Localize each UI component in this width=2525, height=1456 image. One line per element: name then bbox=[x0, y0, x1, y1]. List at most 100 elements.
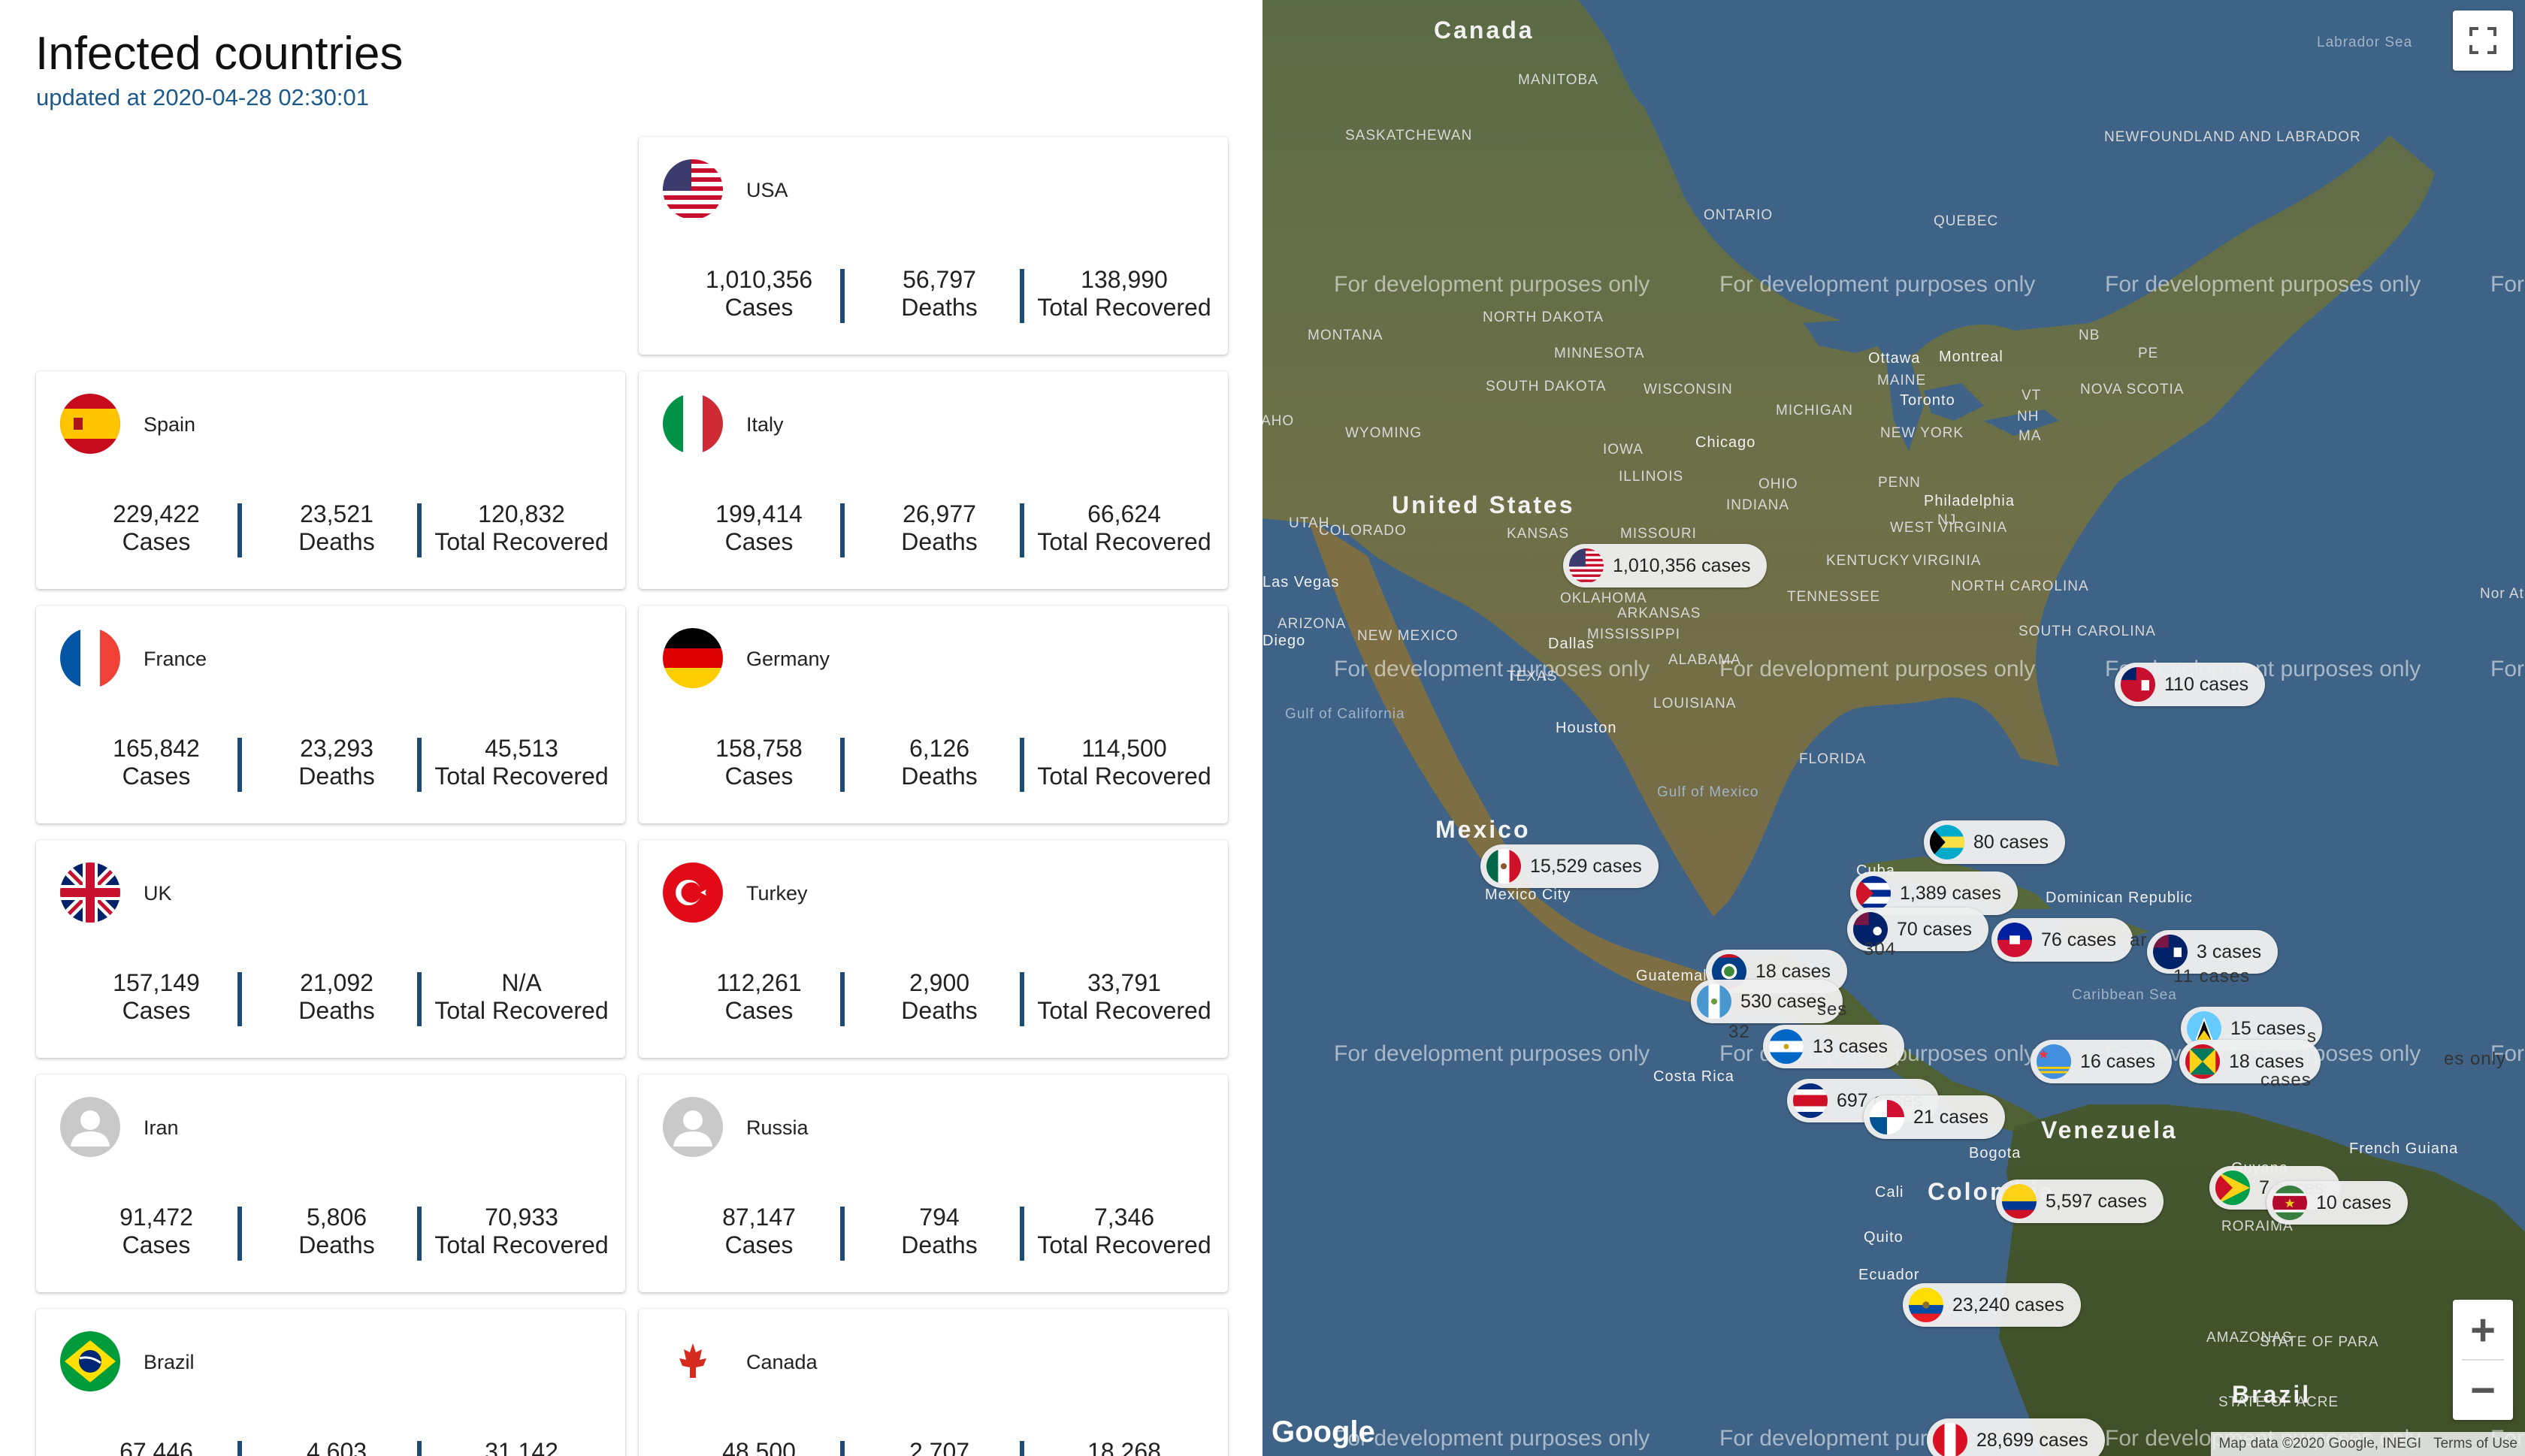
country-stats: 112,261 Cases 2,900 Deaths 33,791 Total Recov… bbox=[639, 969, 1228, 1029]
map-label: PENN bbox=[1878, 475, 1921, 491]
map-label: Venezuela bbox=[2041, 1116, 2178, 1143]
case-marker[interactable]: 21 cases bbox=[1864, 1095, 2006, 1139]
case-marker[interactable]: 76 cases bbox=[1991, 918, 2133, 962]
map-label: VT bbox=[2022, 388, 2042, 403]
case-marker[interactable]: 16 cases bbox=[2031, 1040, 2173, 1083]
terms-of-use-link[interactable]: Terms of Use bbox=[2433, 1436, 2517, 1452]
cases-value: 48,500 bbox=[722, 1438, 796, 1456]
case-marker[interactable]: 23,240 cases bbox=[1903, 1283, 2081, 1327]
cases-label: Cases bbox=[724, 997, 794, 1024]
cases-value: 229,422 bbox=[113, 500, 200, 527]
recovered-value: 7,346 bbox=[1093, 1204, 1155, 1231]
recovered-stat: 138,990 Total Recovered bbox=[1027, 266, 1222, 322]
fullscreen-button[interactable] bbox=[2453, 11, 2513, 71]
deaths-label: Deaths bbox=[901, 997, 978, 1024]
map-label: Mexico City bbox=[1485, 887, 1571, 903]
deaths-value: 6,126 bbox=[909, 735, 970, 762]
country-card-germany[interactable]: Germany 158,758 Cases 6,126 Deaths 114,500 Tot… bbox=[639, 606, 1228, 823]
cases-value: 67,446 bbox=[119, 1438, 193, 1456]
cases-value: 199,414 bbox=[715, 500, 803, 527]
stat-divider bbox=[1020, 1207, 1024, 1261]
recovered-stat: 18,268Total Recovered bbox=[1027, 1438, 1222, 1456]
stat-divider bbox=[417, 1207, 422, 1261]
map-label: IOWA bbox=[1603, 442, 1644, 458]
map-label: Houston bbox=[1556, 720, 1617, 736]
country-card-turkey[interactable]: Turkey 112,261 Cases 2,900 Deaths 33,791 Total… bbox=[639, 840, 1228, 1058]
map-label: Brazil bbox=[2232, 1381, 2312, 1408]
zoom-control: + − bbox=[2453, 1300, 2513, 1420]
map-label: Mexico bbox=[1435, 816, 1531, 843]
country-card-uk[interactable]: UK 157,149 Cases 21,092 Deaths N/A Total Recov… bbox=[36, 840, 625, 1058]
zoom-in-button[interactable]: + bbox=[2453, 1300, 2513, 1359]
map-label: STATE OF PARA bbox=[2260, 1334, 2379, 1350]
recovered-value: 114,500 bbox=[1081, 735, 1167, 762]
marker-fragment: 11 cases bbox=[2173, 966, 2251, 986]
cases-stat: 165,842 Cases bbox=[81, 735, 231, 790]
zoom-out-button[interactable]: − bbox=[2453, 1361, 2513, 1419]
case-marker[interactable]: 80 cases bbox=[1924, 820, 2066, 864]
map-label: FLORIDA bbox=[1799, 751, 1867, 767]
case-marker[interactable]: 5,597 cases bbox=[1996, 1180, 2164, 1223]
stat-divider bbox=[840, 269, 845, 323]
stat-divider bbox=[1020, 972, 1024, 1026]
cases-stat: 112,261 Cases bbox=[684, 969, 834, 1025]
case-count: 530 cases bbox=[1740, 990, 1826, 1012]
case-marker[interactable]: 13 cases bbox=[1763, 1025, 1905, 1068]
deaths-stat: 26,977 Deaths bbox=[864, 500, 1015, 556]
country-card-france[interactable]: France 165,842 Cases 23,293 Deaths 45,513 Tota… bbox=[36, 606, 625, 823]
country-card-iran[interactable]: Iran 91,472 Cases 5,806 Deaths 70,933 Total Re… bbox=[36, 1074, 625, 1292]
country-card-usa[interactable]: USA 1,010,356 Cases 56,797 Deaths 138,990 Tota… bbox=[639, 137, 1228, 355]
deaths-value: 23,293 bbox=[300, 735, 373, 762]
map-label: MICHIGAN bbox=[1776, 403, 1853, 418]
map-label: TENNESSEE bbox=[1787, 589, 1881, 605]
country-card-spain[interactable]: Spain 229,422 Cases 23,521 Deaths 120,832 Tota… bbox=[36, 371, 625, 589]
case-marker[interactable]: 1,010,356 cases bbox=[1563, 544, 1768, 588]
cases-label: Cases bbox=[122, 763, 191, 790]
case-marker[interactable]: 10 cases bbox=[2266, 1181, 2409, 1225]
cases-stat: 48,500Cases bbox=[684, 1438, 834, 1456]
brazil-flag-icon bbox=[60, 1331, 120, 1391]
case-marker[interactable]: 110 cases bbox=[2115, 663, 2266, 706]
map-label: Costa Rica bbox=[1653, 1068, 1734, 1085]
recovered-label: Total Recovered bbox=[1037, 997, 1211, 1024]
stat-divider bbox=[840, 972, 845, 1026]
recovered-value: 18,268 bbox=[1087, 1438, 1161, 1456]
map-label: NOVA SCOTIA bbox=[2080, 382, 2185, 397]
map-label: MA bbox=[2018, 428, 2042, 444]
spain-flag-icon bbox=[60, 394, 120, 454]
stat-divider bbox=[237, 972, 242, 1026]
country-name: Spain bbox=[144, 413, 196, 436]
country-card-canada[interactable]: Canada 48,500Cases 2,707Deaths 18,268Total … bbox=[639, 1309, 1228, 1456]
case-count: 1,010,356 cases bbox=[1613, 554, 1751, 576]
recovered-stat: 31,142Total Recovered bbox=[424, 1438, 619, 1456]
country-stats: 1,010,356 Cases 56,797 Deaths 138,990 Total R… bbox=[639, 266, 1228, 326]
google-logo[interactable]: Google bbox=[1272, 1415, 1375, 1449]
recovered-label: Total Recovered bbox=[1037, 528, 1211, 555]
case-marker[interactable]: 28,699 cases bbox=[1927, 1418, 2105, 1456]
country-card-russia[interactable]: Russia 87,147 Cases 794 Deaths 7,346 Total Rec… bbox=[639, 1074, 1228, 1292]
country-name: Germany bbox=[746, 648, 830, 670]
map-label: QUEBEC bbox=[1934, 213, 1999, 229]
case-count: 23,240 cases bbox=[1952, 1294, 2064, 1316]
map-view[interactable]: Canada MANITOBA SASKATCHEWAN ONTARIO QUEBEC N… bbox=[1262, 0, 2525, 1456]
map-label: NEW MEXICO bbox=[1357, 628, 1459, 644]
colombia-flag-icon bbox=[2002, 1184, 2037, 1219]
panama-flag-icon bbox=[1870, 1100, 1904, 1134]
recovered-stat: 33,791 Total Recovered bbox=[1027, 969, 1222, 1025]
map-label: Caribbean Sea bbox=[2072, 987, 2177, 1003]
deaths-stat: 23,521 Deaths bbox=[262, 500, 412, 556]
country-card-italy[interactable]: Italy 199,414 Cases 26,977 Deaths 66,624 Total… bbox=[639, 371, 1228, 589]
grenada-flag-icon bbox=[2185, 1044, 2220, 1079]
country-card-brazil[interactable]: Brazil 67,446Cases 4,603Deaths 31,142Total … bbox=[36, 1309, 625, 1456]
recovered-value: 70,933 bbox=[485, 1204, 558, 1231]
marker-fragment: 32 bbox=[1728, 1022, 1750, 1042]
recovered-stat: 120,832 Total Recovered bbox=[424, 500, 619, 556]
deaths-stat: 794 Deaths bbox=[864, 1204, 1015, 1259]
cases-label: Cases bbox=[122, 528, 191, 555]
cases-stat: 158,758 Cases bbox=[684, 735, 834, 790]
map-label: Cali bbox=[1875, 1184, 1904, 1201]
deaths-stat: 2,707Deaths bbox=[864, 1438, 1015, 1456]
cases-label: Cases bbox=[122, 997, 191, 1024]
case-marker[interactable]: 15,529 cases bbox=[1480, 844, 1659, 888]
country-stats: 87,147 Cases 794 Deaths 7,346 Total Recovered bbox=[639, 1204, 1228, 1264]
